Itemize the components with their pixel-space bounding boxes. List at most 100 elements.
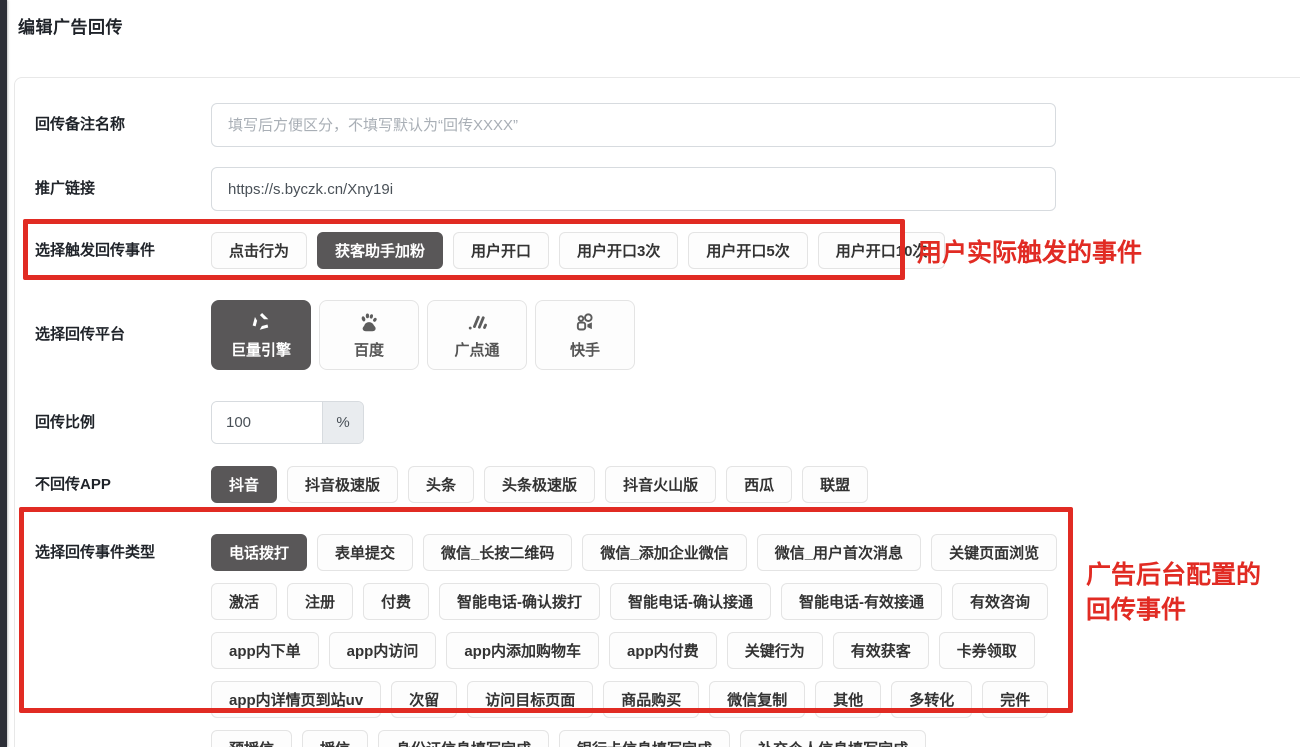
event-type-option-r2-4[interactable]: 关键行为 — [727, 632, 823, 669]
event-type-row-4: 预授信 授信 身份证信息填写完成 银行卡信息填写完成 补交个人信息填写完成 — [211, 730, 1057, 747]
event-type-option-r1-4[interactable]: 智能电话-确认接通 — [610, 583, 771, 620]
option-label: 获客助手加粉 — [335, 240, 425, 261]
event-type-option-r3-0[interactable]: app内详情页到站uv — [211, 681, 381, 718]
platform-option-1[interactable]: 百度 — [319, 300, 419, 370]
platform-option-3[interactable]: 快手 — [535, 300, 635, 370]
event-type-option-r3-1[interactable]: 次留 — [391, 681, 457, 718]
event-type-option-r2-0[interactable]: app内下单 — [211, 632, 319, 669]
option-label: 抖音极速版 — [305, 474, 380, 495]
option-label: 微信_添加企业微信 — [600, 542, 728, 563]
platform-label: 选择回传平台 — [35, 325, 211, 345]
event-type-option-r0-5[interactable]: 关键页面浏览 — [931, 534, 1057, 571]
event-type-option-r3-6[interactable]: 多转化 — [891, 681, 972, 718]
ratio-input[interactable] — [212, 402, 322, 443]
option-label: 微信复制 — [727, 689, 787, 710]
event-type-option-r0-3[interactable]: 微信_添加企业微信 — [582, 534, 746, 571]
link-label: 推广链接 — [35, 179, 211, 199]
guangdiantong-icon — [466, 310, 488, 334]
event-type-option-r0-4[interactable]: 微信_用户首次消息 — [757, 534, 921, 571]
baidu-paw-icon — [358, 310, 380, 334]
link-input[interactable] — [211, 167, 1056, 211]
option-label: 点击行为 — [229, 240, 289, 261]
event-type-option-r1-2[interactable]: 付费 — [363, 583, 429, 620]
exclude-app-option-0[interactable]: 抖音 — [211, 466, 277, 503]
trigger-option-4[interactable]: 用户开口5次 — [688, 232, 807, 269]
event-type-label: 选择回传事件类型 — [35, 534, 211, 563]
exclude-app-option-4[interactable]: 抖音火山版 — [605, 466, 716, 503]
trigger-option-5[interactable]: 用户开口10次 — [818, 232, 946, 269]
option-label: 有效咨询 — [970, 591, 1030, 612]
event-type-option-r1-3[interactable]: 智能电话-确认拨打 — [439, 583, 600, 620]
event-type-option-r3-3[interactable]: 商品购买 — [603, 681, 699, 718]
event-type-option-r4-1[interactable]: 授信 — [302, 730, 368, 747]
option-label: 微信_用户首次消息 — [775, 542, 903, 563]
event-type-row-2: app内下单 app内访问 app内添加购物车 app内付费 关键行为有效获客卡券领取 — [211, 632, 1057, 669]
exclude-app-option-3[interactable]: 头条极速版 — [484, 466, 595, 503]
event-type-option-rows: 电话拨打 表单提交微信_长按二维码 微信_添加企业微信 微信_用户首次消息 关键页面浏览… — [211, 534, 1057, 747]
event-type-option-r3-2[interactable]: 访问目标页面 — [467, 681, 593, 718]
form-row-link: 推广链接 — [35, 167, 1300, 211]
ratio-label: 回传比例 — [35, 413, 211, 433]
event-type-option-r0-0[interactable]: 电话拨打 — [211, 534, 307, 571]
exclude-app-option-5[interactable]: 西瓜 — [726, 466, 792, 503]
event-type-option-r4-4[interactable]: 补交个人信息填写完成 — [740, 730, 926, 747]
event-type-option-r1-0[interactable]: 激活 — [211, 583, 277, 620]
form-card: 回传备注名称 推广链接 选择触发回传事件 点击行为 获客助手加粉 用户开口 用户开口3… — [14, 77, 1300, 747]
platform-option-2[interactable]: 广点通 — [427, 300, 527, 370]
kuaishou-icon — [574, 310, 596, 334]
event-type-option-r2-3[interactable]: app内付费 — [609, 632, 717, 669]
option-label: 银行卡信息填写完成 — [577, 738, 712, 747]
option-label: 百度 — [354, 339, 384, 360]
event-type-option-r3-4[interactable]: 微信复制 — [709, 681, 805, 718]
exclude-app-option-6[interactable]: 联盟 — [802, 466, 868, 503]
event-type-option-r2-2[interactable]: app内添加购物车 — [446, 632, 599, 669]
exclude-app-option-group: 抖音 抖音极速版 头条 头条极速版 抖音火山版 西瓜 联盟 — [211, 466, 868, 503]
exclude-app-option-1[interactable]: 抖音极速版 — [287, 466, 398, 503]
event-type-option-r2-5[interactable]: 有效获客 — [833, 632, 929, 669]
exclude-app-option-2[interactable]: 头条 — [408, 466, 474, 503]
percent-addon: % — [322, 402, 363, 443]
event-type-option-r1-1[interactable]: 注册 — [287, 583, 353, 620]
event-type-option-r0-1[interactable]: 表单提交 — [317, 534, 413, 571]
event-type-option-r3-7[interactable]: 完件 — [982, 681, 1048, 718]
trigger-option-1[interactable]: 获客助手加粉 — [317, 232, 443, 269]
option-label: 次留 — [409, 689, 439, 710]
trigger-label: 选择触发回传事件 — [35, 241, 211, 261]
left-sidebar-edge — [0, 0, 7, 747]
event-type-option-r4-0[interactable]: 预授信 — [211, 730, 292, 747]
ocean-engine-icon — [250, 310, 272, 334]
option-label: 西瓜 — [744, 474, 774, 495]
option-label: app内付费 — [627, 640, 699, 661]
remark-input[interactable] — [211, 103, 1056, 147]
event-type-option-r3-5[interactable]: 其他 — [815, 681, 881, 718]
option-label: 身份证信息填写完成 — [396, 738, 531, 747]
event-type-option-r4-3[interactable]: 银行卡信息填写完成 — [559, 730, 730, 747]
event-type-option-r1-5[interactable]: 智能电话-有效接通 — [781, 583, 942, 620]
event-type-option-r2-6[interactable]: 卡券领取 — [939, 632, 1035, 669]
option-label: 完件 — [1000, 689, 1030, 710]
option-label: 授信 — [320, 738, 350, 747]
form-row-event-type: 选择回传事件类型 电话拨打 表单提交微信_长按二维码 微信_添加企业微信 微信_用户首… — [35, 534, 1300, 747]
option-label: 智能电话-确认接通 — [628, 591, 753, 612]
option-label: 用户开口10次 — [836, 240, 928, 261]
event-type-option-r0-2[interactable]: 微信_长按二维码 — [423, 534, 572, 571]
option-label: 用户开口3次 — [577, 240, 660, 261]
option-label: 头条极速版 — [502, 474, 577, 495]
option-label: 多转化 — [909, 689, 954, 710]
form-row-exclude-app: 不回传APP 抖音 抖音极速版 头条 头条极速版 抖音火山版 西瓜 联盟 — [35, 466, 1300, 503]
option-label: app内访问 — [347, 640, 419, 661]
trigger-option-group: 点击行为 获客助手加粉 用户开口 用户开口3次 用户开口5次 用户开口10次 — [211, 232, 945, 269]
exclude-app-label: 不回传APP — [35, 475, 211, 495]
platform-option-0[interactable]: 巨量引擎 — [211, 300, 311, 370]
trigger-option-2[interactable]: 用户开口 — [453, 232, 549, 269]
event-type-option-r2-1[interactable]: app内访问 — [329, 632, 437, 669]
option-label: app内添加购物车 — [464, 640, 581, 661]
trigger-option-3[interactable]: 用户开口3次 — [559, 232, 678, 269]
option-label: 电话拨打 — [229, 542, 289, 563]
event-type-option-r1-6[interactable]: 有效咨询 — [952, 583, 1048, 620]
form-row-remark: 回传备注名称 — [35, 103, 1300, 147]
trigger-option-0[interactable]: 点击行为 — [211, 232, 307, 269]
event-type-option-r4-2[interactable]: 身份证信息填写完成 — [378, 730, 549, 747]
option-label: 用户开口 — [471, 240, 531, 261]
option-label: 智能电话-有效接通 — [799, 591, 924, 612]
